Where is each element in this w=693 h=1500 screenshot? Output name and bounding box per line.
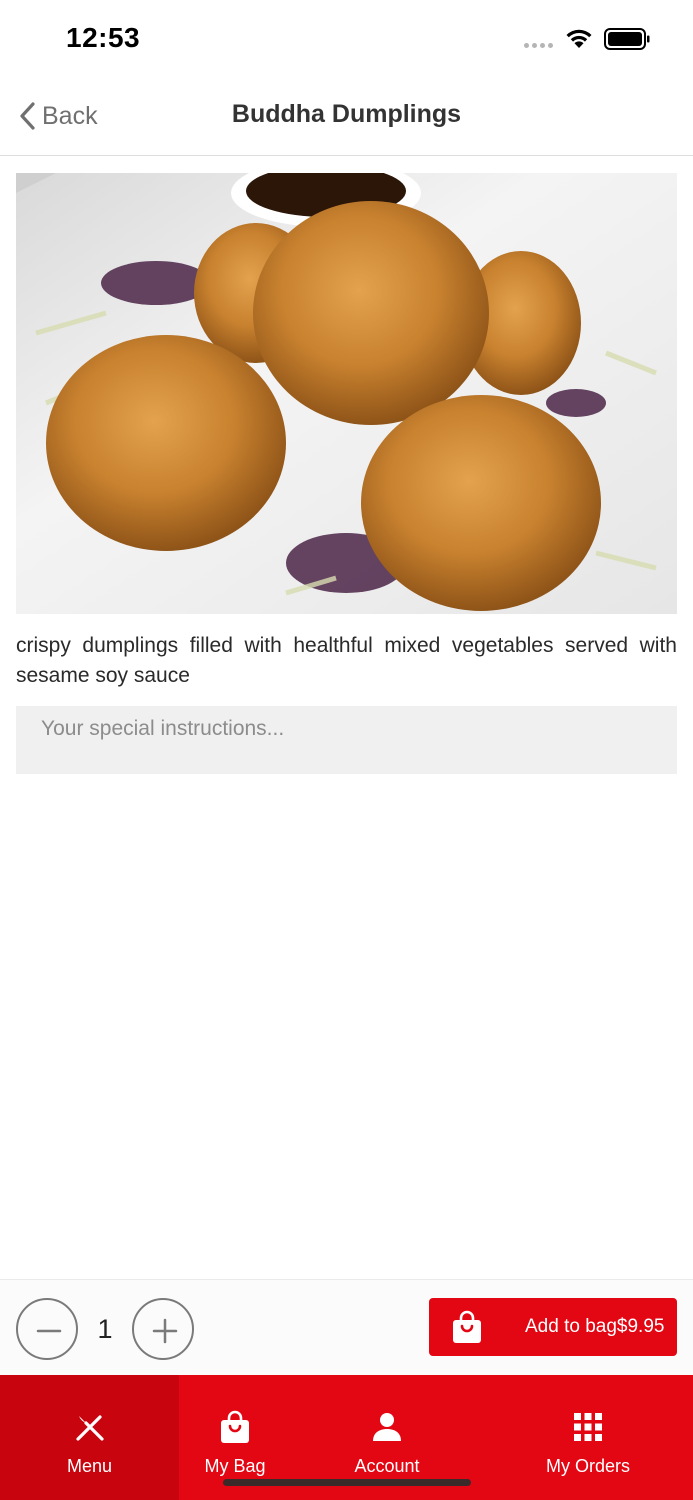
decrease-quantity-button[interactable] bbox=[16, 1298, 78, 1360]
tab-label: My Bag bbox=[204, 1456, 266, 1476]
plus-icon bbox=[152, 1318, 178, 1344]
tab-my-orders[interactable]: My Orders bbox=[528, 1375, 648, 1500]
cellular-signal-icon bbox=[524, 43, 556, 49]
fork-knife-icon bbox=[75, 1415, 104, 1441]
minus-icon bbox=[36, 1329, 62, 1333]
person-icon bbox=[373, 1413, 401, 1441]
grid-icon bbox=[574, 1413, 602, 1441]
home-indicator bbox=[223, 1479, 471, 1486]
add-to-bag-label: Add to bag bbox=[525, 1316, 617, 1337]
order-bar: 1 Add to bag $9.95 bbox=[0, 1279, 693, 1375]
item-photo bbox=[16, 173, 677, 614]
item-description: crispy dumplings filled with healthful m… bbox=[16, 634, 677, 687]
status-bar: 12:53 bbox=[0, 0, 693, 80]
navigation-bar: Back Buddha Dumplings bbox=[0, 80, 693, 156]
wifi-icon bbox=[566, 29, 592, 48]
quantity-value: 1 bbox=[97, 1314, 113, 1344]
tab-label: Account bbox=[354, 1456, 420, 1476]
page-title: Buddha Dumplings bbox=[231, 100, 462, 128]
tab-label: Menu bbox=[66, 1456, 113, 1476]
tab-menu[interactable]: Menu bbox=[0, 1375, 179, 1500]
shopping-bag-icon bbox=[453, 1310, 481, 1343]
battery-icon bbox=[604, 28, 650, 50]
tab-label: My Orders bbox=[545, 1456, 630, 1476]
shopping-bag-icon bbox=[221, 1410, 249, 1443]
add-to-bag-button[interactable]: Add to bag $9.95 bbox=[429, 1298, 677, 1356]
special-instructions-input[interactable] bbox=[16, 706, 677, 774]
status-time: 12:53 bbox=[66, 22, 141, 53]
item-price: $9.95 bbox=[616, 1316, 665, 1337]
increase-quantity-button[interactable] bbox=[132, 1298, 194, 1360]
